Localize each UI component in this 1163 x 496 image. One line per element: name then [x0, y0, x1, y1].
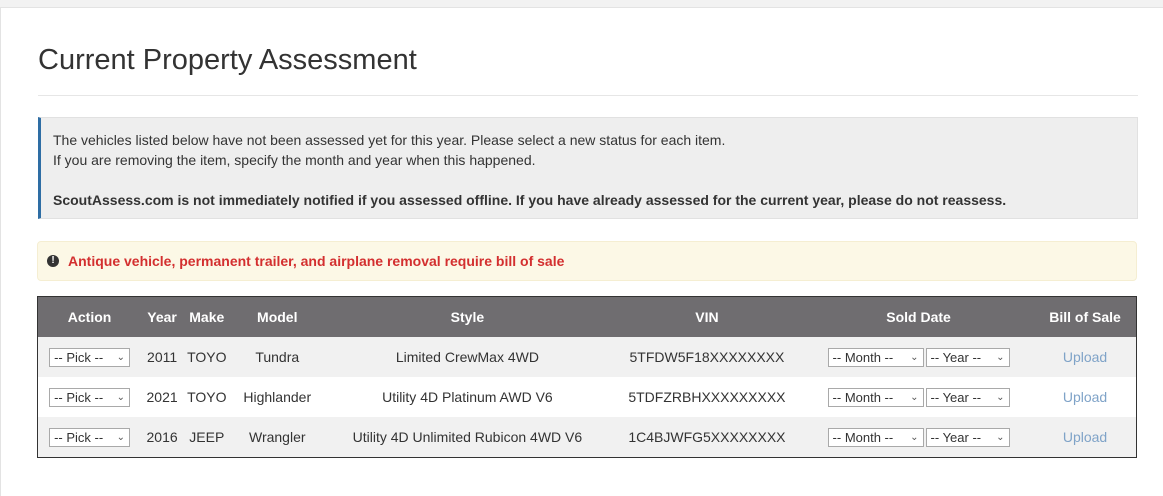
chevron-down-icon: ⌄	[116, 431, 126, 443]
month-select-value: -- Month --	[832, 429, 894, 445]
style-cell: Limited CrewMax 4WD	[395, 349, 539, 365]
month-select-value: -- Month --	[832, 389, 894, 405]
alert-text: Antique vehicle, permanent trailer, and …	[68, 253, 565, 269]
table-row: -- Pick -- ⌄ 2011 TOYO Tundra Limited Cre…	[37, 337, 1137, 377]
model-cell: Highlander	[243, 389, 312, 405]
sold-date-cell: -- Month -- ⌄ -- Year -- ⌄	[803, 417, 1034, 458]
chevron-down-icon: ⌄	[910, 431, 919, 443]
upload-link[interactable]: Upload	[1063, 429, 1107, 445]
year-select[interactable]: -- Year -- ⌄	[925, 387, 1010, 407]
month-select[interactable]: -- Month -- ⌄	[827, 387, 924, 407]
chevron-down-icon: ⌄	[910, 351, 919, 363]
header-sold-date: Sold Date	[886, 309, 951, 325]
info-line-2: If you are removing the item, specify th…	[53, 152, 536, 168]
exclamation-circle-icon: !	[47, 255, 59, 267]
year-select-value: -- Year --	[930, 389, 982, 405]
model-cell: Tundra	[255, 349, 300, 365]
table-row: -- Pick -- ⌄ 2021 TOYO Highlander Utility…	[37, 377, 1137, 417]
sold-date-cell: -- Month -- ⌄ -- Year -- ⌄	[803, 377, 1034, 417]
style-cell: Utility 4D Unlimited Rubicon 4WD V6	[352, 429, 583, 445]
upload-link[interactable]: Upload	[1063, 389, 1107, 405]
action-select[interactable]: -- Pick -- ⌄	[49, 387, 131, 407]
month-select-value: -- Month --	[832, 349, 894, 365]
action-select[interactable]: -- Pick -- ⌄	[49, 427, 131, 447]
year-cell: 2011	[147, 349, 178, 365]
header-vin: VIN	[695, 309, 719, 325]
header-style: Style	[450, 309, 485, 325]
year-select-value: -- Year --	[930, 429, 982, 445]
title-divider	[38, 95, 1138, 96]
action-select-value: -- Pick --	[54, 349, 104, 365]
month-select[interactable]: -- Month -- ⌄	[827, 427, 924, 447]
action-cell: -- Pick -- ⌄	[38, 417, 142, 458]
chevron-down-icon: ⌄	[910, 391, 919, 403]
action-cell: -- Pick -- ⌄	[38, 377, 142, 417]
chevron-down-icon: ⌄	[996, 431, 1005, 443]
action-select-value: -- Pick --	[54, 389, 104, 405]
chevron-down-icon: ⌄	[116, 391, 126, 403]
year-cell: 2016	[146, 429, 178, 445]
info-spacer	[53, 170, 1125, 190]
info-box: The vehicles listed below have not been …	[38, 117, 1138, 219]
vin-cell: 1C4BJWFG5XXXXXXXX	[628, 429, 786, 445]
year-select-value: -- Year --	[930, 349, 982, 365]
style-cell: Utility 4D Platinum AWD V6	[382, 389, 553, 405]
page-title: Current Property Assessment	[38, 44, 417, 76]
bill-of-sale-alert: ! Antique vehicle, permanent trailer, an…	[37, 241, 1137, 281]
info-notice: ScoutAssess.com is not immediately notif…	[53, 192, 1007, 208]
make-cell: TOYO	[187, 389, 227, 405]
info-line-1: The vehicles listed below have not been …	[53, 132, 726, 148]
header-make: Make	[189, 309, 225, 325]
header-action: Action	[67, 309, 112, 325]
bill-of-sale-cell: Upload	[1034, 417, 1136, 458]
vin-cell: 5TDFZRBHXXXXXXXXX	[628, 389, 786, 405]
chevron-down-icon: ⌄	[116, 351, 126, 363]
make-cell: JEEP	[189, 429, 225, 445]
header-bill-of-sale: Bill of Sale	[1049, 309, 1121, 325]
month-select[interactable]: -- Month -- ⌄	[827, 347, 924, 367]
vehicles-table: Action Year Make Model Style VIN Sold Da…	[37, 296, 1137, 458]
action-select[interactable]: -- Pick -- ⌄	[49, 347, 131, 367]
action-cell: -- Pick -- ⌄	[38, 337, 142, 377]
model-cell: Wrangler	[248, 429, 306, 445]
vin-cell: 5TFDW5F18XXXXXXXX	[629, 349, 785, 365]
header-year: Year	[147, 309, 177, 325]
year-select[interactable]: -- Year -- ⌄	[925, 347, 1010, 367]
year-cell: 2021	[146, 389, 178, 405]
table-row: -- Pick -- ⌄ 2016 JEEP Wrangler Utility 4…	[37, 417, 1137, 458]
year-select[interactable]: -- Year -- ⌄	[925, 427, 1010, 447]
upload-link[interactable]: Upload	[1063, 349, 1107, 365]
action-select-value: -- Pick --	[54, 429, 104, 445]
bill-of-sale-cell: Upload	[1034, 377, 1136, 417]
chevron-down-icon: ⌄	[996, 351, 1005, 363]
header-model: Model	[257, 309, 298, 325]
sold-date-cell: -- Month -- ⌄ -- Year -- ⌄	[803, 337, 1034, 377]
make-cell: TOYO	[187, 349, 227, 365]
bill-of-sale-cell: Upload	[1034, 337, 1136, 377]
table-header-row: Action Year Make Model Style VIN Sold Da…	[37, 296, 1137, 337]
chevron-down-icon: ⌄	[996, 391, 1005, 403]
